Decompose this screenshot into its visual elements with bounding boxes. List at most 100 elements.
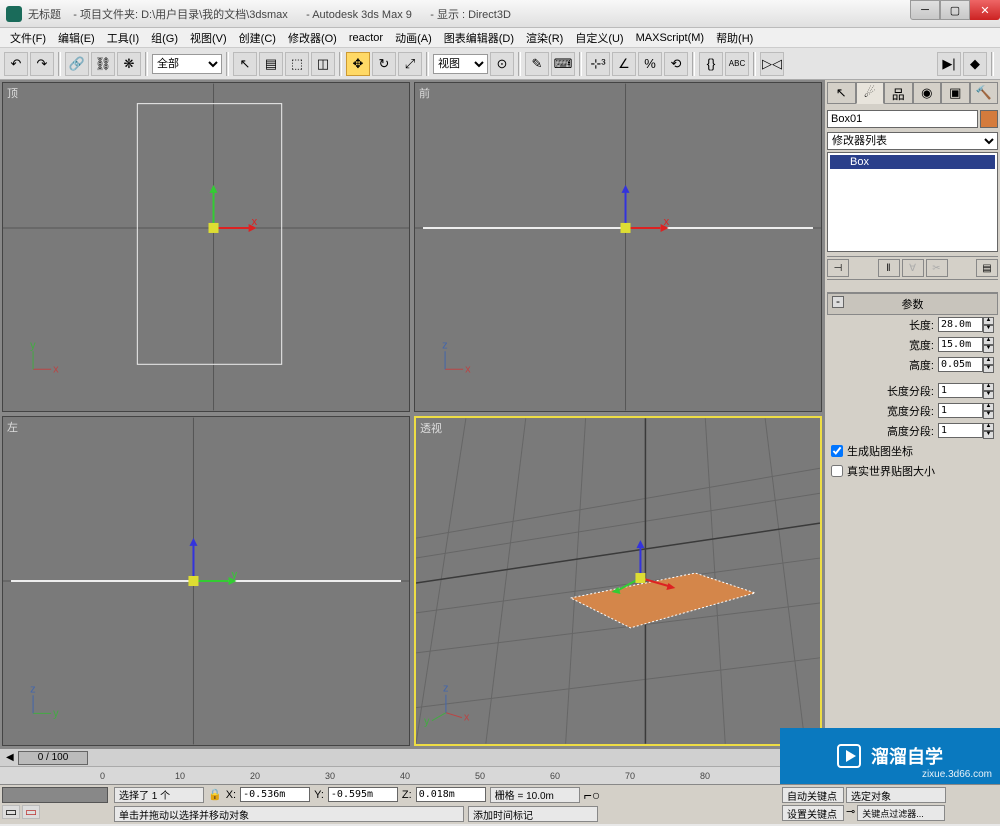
menu-reactor[interactable]: reactor: [343, 30, 389, 46]
menu-animation[interactable]: 动画(A): [389, 28, 438, 48]
select-manipulate-button[interactable]: ✎: [525, 52, 549, 76]
make-unique-button[interactable]: ∀: [902, 259, 924, 277]
abc-button[interactable]: ABC: [725, 52, 749, 76]
rotate-button[interactable]: ↻: [372, 52, 396, 76]
show-end-result-button[interactable]: ‖: [878, 259, 900, 277]
y-coord-input[interactable]: [328, 787, 398, 802]
menu-edit[interactable]: 编辑(E): [52, 28, 101, 48]
z-coord-input[interactable]: [416, 787, 486, 802]
svg-text:y: y: [53, 707, 59, 719]
tab-hierarchy[interactable]: 品: [884, 82, 913, 104]
spin-down[interactable]: ▼: [983, 325, 994, 333]
spin-up[interactable]: ▲: [983, 317, 994, 325]
real-world-checkbox[interactable]: [831, 465, 843, 477]
gen-mapping-checkbox[interactable]: [831, 445, 843, 457]
link-button[interactable]: 🔗: [65, 52, 89, 76]
mini-viewport[interactable]: [2, 787, 108, 803]
ref-coord-system[interactable]: 视图: [433, 54, 488, 74]
remove-modifier-button[interactable]: ✂: [926, 259, 948, 277]
menu-help[interactable]: 帮助(H): [710, 28, 759, 48]
maximize-button[interactable]: ▢: [940, 0, 970, 20]
key-filters-button[interactable]: 关键点过滤器...: [857, 805, 945, 821]
menu-bar: 文件(F) 编辑(E) 工具(I) 组(G) 视图(V) 创建(C) 修改器(O…: [0, 28, 1000, 48]
move-button[interactable]: ✥: [346, 52, 370, 76]
keyboard-shortcut-button[interactable]: ⌨: [551, 52, 575, 76]
named-selection-button[interactable]: {}: [699, 52, 723, 76]
lsegs-input[interactable]: [938, 383, 983, 398]
menu-customize[interactable]: 自定义(U): [569, 28, 629, 48]
redo-button[interactable]: ↷: [30, 52, 54, 76]
title-bar: 无标题 - 项目文件夹: D:\用户目录\我的文档\3dsmax - Autod…: [0, 0, 1000, 28]
height-input[interactable]: [938, 357, 983, 372]
stack-item-box[interactable]: Box: [830, 155, 995, 169]
svg-text:x: x: [464, 712, 470, 724]
svg-text:x: x: [252, 216, 258, 228]
viewport-perspective[interactable]: 透视: [414, 416, 822, 746]
viewport-left[interactable]: 左 y y z: [2, 416, 410, 746]
tab-display[interactable]: ▣: [941, 82, 970, 104]
set-key-button[interactable]: 设置关键点: [782, 805, 844, 821]
align-button[interactable]: ▶|: [937, 52, 961, 76]
watermark-overlay: 溜溜自学 zixue.3d66.com: [780, 728, 1000, 784]
menu-graph[interactable]: 图表编辑器(D): [438, 28, 520, 48]
time-slider[interactable]: 0 / 100: [18, 751, 88, 765]
svg-text:x: x: [53, 363, 59, 375]
tab-utilities[interactable]: 🔨: [970, 82, 999, 104]
wsegs-input[interactable]: [938, 403, 983, 418]
scale-button[interactable]: ⤢: [398, 52, 422, 76]
label-lsegs: 长度分段:: [887, 383, 934, 399]
menu-maxscript[interactable]: MAXScript(M): [630, 30, 710, 46]
layers-button[interactable]: ◆: [963, 52, 987, 76]
menu-render[interactable]: 渲染(R): [520, 28, 569, 48]
tab-create[interactable]: ↖: [827, 82, 856, 104]
percent-snap-button[interactable]: %: [638, 52, 662, 76]
selection-count: 选择了 1 个: [114, 787, 204, 803]
lock-icon[interactable]: 🔒: [208, 788, 222, 801]
menu-file[interactable]: 文件(F): [4, 28, 52, 48]
selection-filter[interactable]: 全部: [152, 54, 222, 74]
watermark-url: zixue.3d66.com: [922, 769, 992, 780]
width-input[interactable]: [938, 337, 983, 352]
angle-snap-button[interactable]: ∠: [612, 52, 636, 76]
close-button[interactable]: ✕: [970, 0, 1000, 20]
tab-modify[interactable]: ☄: [856, 82, 885, 104]
menu-tools[interactable]: 工具(I): [101, 28, 145, 48]
pin-stack-button[interactable]: ⊣: [827, 259, 849, 277]
minimize-button[interactable]: ─: [910, 0, 940, 20]
configure-sets-button[interactable]: ▤: [976, 259, 998, 277]
window-crossing-button[interactable]: ◫: [311, 52, 335, 76]
menu-create[interactable]: 创建(C): [233, 28, 282, 48]
modifier-list-dropdown[interactable]: 修改器列表: [827, 132, 998, 150]
select-region-button[interactable]: ⬚: [285, 52, 309, 76]
x-coord-input[interactable]: [240, 787, 310, 802]
selected-object-mode[interactable]: 选定对象: [846, 787, 946, 803]
length-input[interactable]: [938, 317, 983, 332]
auto-key-button[interactable]: 自动关键点: [782, 787, 844, 803]
script-error-button[interactable]: ▭: [22, 805, 40, 819]
menu-group[interactable]: 组(G): [145, 28, 184, 48]
unlink-button[interactable]: ⛓: [91, 52, 115, 76]
menu-modifiers[interactable]: 修改器(O): [282, 28, 343, 48]
svg-text:y: y: [424, 716, 430, 728]
add-time-tag[interactable]: 添加时间标记: [468, 806, 598, 822]
spinner-snap-button[interactable]: ⟲: [664, 52, 688, 76]
object-color-swatch[interactable]: [980, 110, 998, 128]
pivot-button[interactable]: ⊙: [490, 52, 514, 76]
viewport-area: 顶 x x y: [0, 80, 824, 748]
tab-motion[interactable]: ◉: [913, 82, 942, 104]
viewport-front[interactable]: 前 x x z: [414, 82, 822, 412]
bind-button[interactable]: ❋: [117, 52, 141, 76]
key-mode-icon[interactable]: ⊸: [846, 805, 855, 821]
viewport-top[interactable]: 顶 x x y: [2, 82, 410, 412]
mirror-button[interactable]: ▷◁: [760, 52, 784, 76]
script-listener-button[interactable]: ▭: [2, 805, 20, 819]
menu-views[interactable]: 视图(V): [184, 28, 233, 48]
snap-toggle-button[interactable]: ⊹³: [586, 52, 610, 76]
undo-button[interactable]: ↶: [4, 52, 28, 76]
hsegs-input[interactable]: [938, 423, 983, 438]
rollout-parameters[interactable]: 参数: [827, 293, 998, 315]
modifier-stack[interactable]: Box: [827, 152, 998, 252]
select-name-button[interactable]: ▤: [259, 52, 283, 76]
select-button[interactable]: ↖: [233, 52, 257, 76]
object-name-input[interactable]: [827, 110, 978, 128]
